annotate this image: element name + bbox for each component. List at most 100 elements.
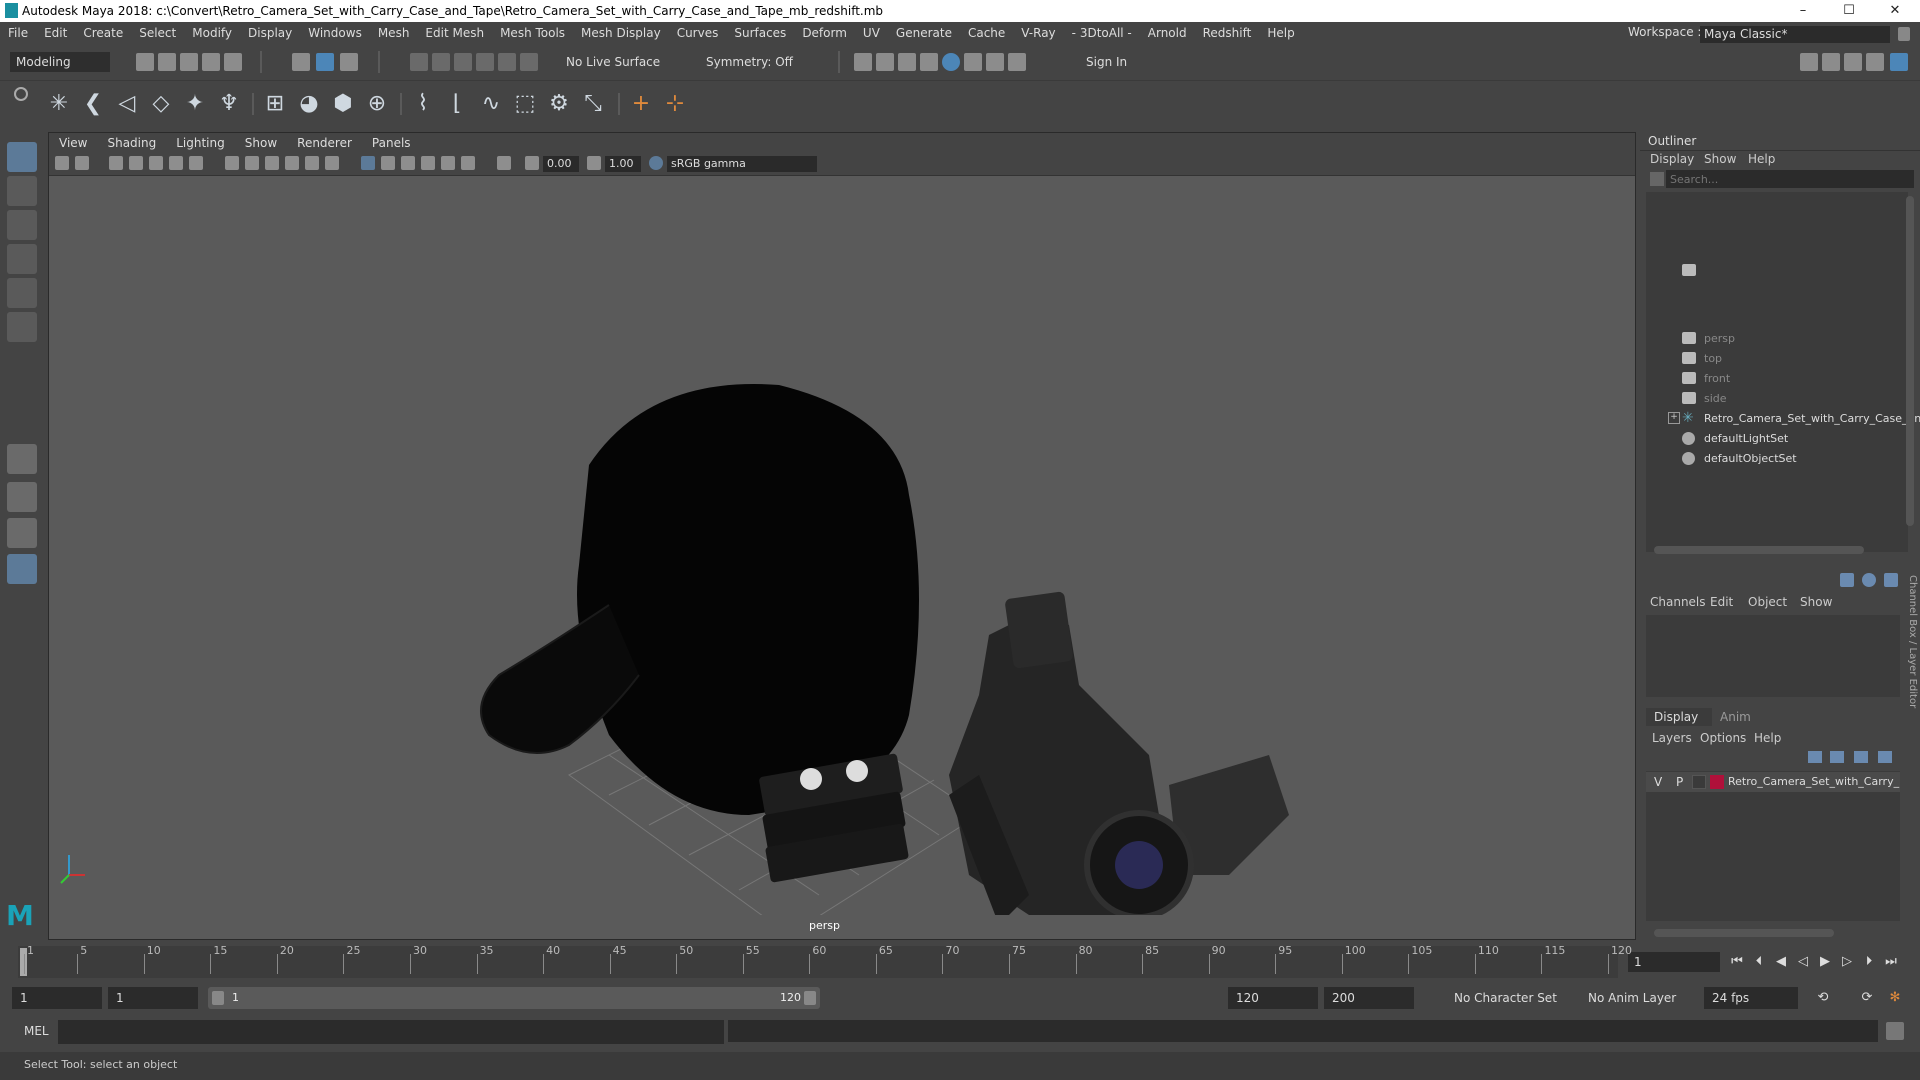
outliner-menu-help[interactable]: Help <box>1748 152 1775 166</box>
step-forward-key-icon[interactable]: ⏵ <box>1860 953 1878 971</box>
wire-deformer-icon[interactable]: ⌇ <box>410 91 436 117</box>
wireframe-icon[interactable] <box>225 156 239 170</box>
resolution-gate-icon[interactable] <box>189 156 203 170</box>
cluster-icon[interactable]: ⊕ <box>364 91 390 117</box>
outliner-menu-display[interactable]: Display <box>1650 152 1694 166</box>
new-scene-icon[interactable] <box>136 53 154 71</box>
outliner-layout-icon[interactable] <box>7 554 37 584</box>
outliner-search-input[interactable] <box>1666 170 1914 188</box>
render-settings-icon[interactable] <box>920 53 938 71</box>
snap-point-icon[interactable] <box>454 53 472 71</box>
channel-box-icon[interactable] <box>1866 53 1884 71</box>
layers-scrollbar[interactable] <box>1654 929 1834 937</box>
isolate-select-icon[interactable] <box>497 156 511 170</box>
open-scene-icon[interactable] <box>158 53 176 71</box>
lock-icon[interactable] <box>1898 27 1910 41</box>
rotate-tool-icon[interactable] <box>7 278 37 308</box>
attribute-editor-icon[interactable] <box>1822 53 1840 71</box>
time-slider[interactable]: 1 ⏮ ⏴ ◀ ◁ ▶ ▷ ⏵ ⏭ 1 5 10 15 20 25 30 35 40 45 50 55… <box>0 944 1920 980</box>
search-options-icon[interactable] <box>1650 172 1664 186</box>
color-space-dropdown[interactable]: sRGB gamma <box>667 156 817 172</box>
skeleton-icon[interactable]: ♆ <box>216 91 242 117</box>
snap-curve-icon[interactable] <box>432 53 450 71</box>
character-set-dropdown[interactable]: No Character Set <box>1446 987 1570 1009</box>
ik-handle-icon[interactable]: ❮ <box>80 91 106 117</box>
humanik-icon[interactable]: ✦ <box>182 91 208 117</box>
command-language-label[interactable]: MEL <box>24 1024 49 1038</box>
viewport-menu-show[interactable]: Show <box>235 136 287 150</box>
loop-icon[interactable]: ⟲ <box>1814 989 1832 1007</box>
step-back-frame-icon[interactable]: ◀ <box>1772 953 1790 971</box>
scale-tool-icon[interactable] <box>7 312 37 342</box>
snap-grid-icon[interactable] <box>410 53 428 71</box>
light-editor-icon[interactable] <box>986 53 1004 71</box>
viewport-panel[interactable]: View Shading Lighting Show Renderer Pane… <box>48 132 1636 940</box>
gamma-icon[interactable] <box>587 156 601 170</box>
expand-icon[interactable]: + <box>1668 412 1680 424</box>
close-button[interactable]: ✕ <box>1872 0 1918 22</box>
layer-name[interactable]: Retro_Camera_Set_with_Carry_ <box>1728 775 1899 788</box>
menu-help[interactable]: Help <box>1259 26 1302 40</box>
nurbs-star-icon[interactable]: ✳ <box>46 91 72 117</box>
snap-projected-center-icon[interactable] <box>476 53 494 71</box>
menu-generate[interactable]: Generate <box>888 26 960 40</box>
render-setup-icon[interactable] <box>964 53 982 71</box>
undo-icon[interactable] <box>202 53 220 71</box>
menu-3dtoall[interactable]: - 3DtoAll - <box>1064 26 1140 40</box>
render-current-frame-icon[interactable] <box>876 53 894 71</box>
mode-dropdown[interactable]: Modeling <box>10 52 110 72</box>
layer-row[interactable]: V P Retro_Camera_Set_with_Carry_ <box>1646 772 1900 792</box>
motion-blur-icon[interactable] <box>421 156 435 170</box>
color-management-icon[interactable] <box>649 156 663 170</box>
camera-attributes-icon[interactable] <box>75 156 89 170</box>
hypershade-icon[interactable] <box>942 53 960 71</box>
squash-deformer-icon[interactable]: ⤡ <box>580 91 606 117</box>
minimize-button[interactable]: – <box>1780 0 1826 22</box>
new-layer-icon[interactable] <box>1854 751 1868 763</box>
menu-select[interactable]: Select <box>131 26 184 40</box>
xray-icon[interactable] <box>361 156 375 170</box>
lasso-tool-icon[interactable] <box>7 176 37 206</box>
select-by-component-icon[interactable] <box>340 53 358 71</box>
layer-visibility-toggle[interactable]: V <box>1654 775 1662 789</box>
play-backwards-icon[interactable]: ◁ <box>1794 953 1812 971</box>
snap-view-plane-icon[interactable] <box>498 53 516 71</box>
layer-type-toggle[interactable] <box>1692 775 1706 789</box>
range-start-handle[interactable] <box>212 991 224 1005</box>
animation-start-field[interactable]: 1 <box>12 987 102 1009</box>
go-to-start-icon[interactable]: ⏮ <box>1728 953 1746 971</box>
channels-menu-object[interactable]: Object <box>1748 595 1787 609</box>
twist-deformer-icon[interactable]: ⚙ <box>546 91 572 117</box>
locator-icon[interactable]: + <box>628 91 654 117</box>
use-lights-icon[interactable] <box>305 156 319 170</box>
outliner-item[interactable]: side <box>1704 390 1727 408</box>
side-tab-channel-box[interactable]: Channel Box / Layer Editor <box>1904 575 1918 945</box>
redo-icon[interactable] <box>224 53 242 71</box>
select-by-hierarchy-icon[interactable] <box>292 53 310 71</box>
move-layer-down-icon[interactable] <box>1830 751 1844 763</box>
joint-tool-icon[interactable]: ◁ <box>114 91 140 117</box>
new-layer-selected-icon[interactable] <box>1878 751 1892 763</box>
bookmark-icon[interactable] <box>109 156 123 170</box>
paint-select-tool-icon[interactable] <box>7 210 37 240</box>
single-perspective-layout-icon[interactable] <box>7 444 37 474</box>
range-end-handle[interactable] <box>804 991 816 1005</box>
layer-playback-toggle[interactable]: P <box>1676 775 1683 789</box>
tool-settings-icon[interactable] <box>1844 53 1862 71</box>
viewport-menu-shading[interactable]: Shading <box>97 136 166 150</box>
layer-tab-anim[interactable]: Anim <box>1720 708 1751 726</box>
vertical-scrollbar[interactable] <box>1906 196 1914 526</box>
viewport-menu-view[interactable]: View <box>49 136 97 150</box>
image-plane-icon[interactable] <box>129 156 143 170</box>
smooth-bind-icon[interactable]: ◕ <box>296 91 322 117</box>
menu-mesh-display[interactable]: Mesh Display <box>573 26 669 40</box>
sculpt-deformer-icon[interactable]: ⬚ <box>512 91 538 117</box>
depth-of-field-icon[interactable] <box>461 156 475 170</box>
outliner-item[interactable]: top <box>1704 350 1722 368</box>
current-frame-field[interactable]: 1 <box>1628 952 1720 972</box>
layers-menu-help[interactable]: Help <box>1754 731 1781 745</box>
channel-box-tool-icon[interactable] <box>1840 573 1854 587</box>
channel-box-help-icon[interactable] <box>1862 573 1876 587</box>
command-input[interactable] <box>58 1020 724 1044</box>
grid-icon[interactable] <box>149 156 163 170</box>
